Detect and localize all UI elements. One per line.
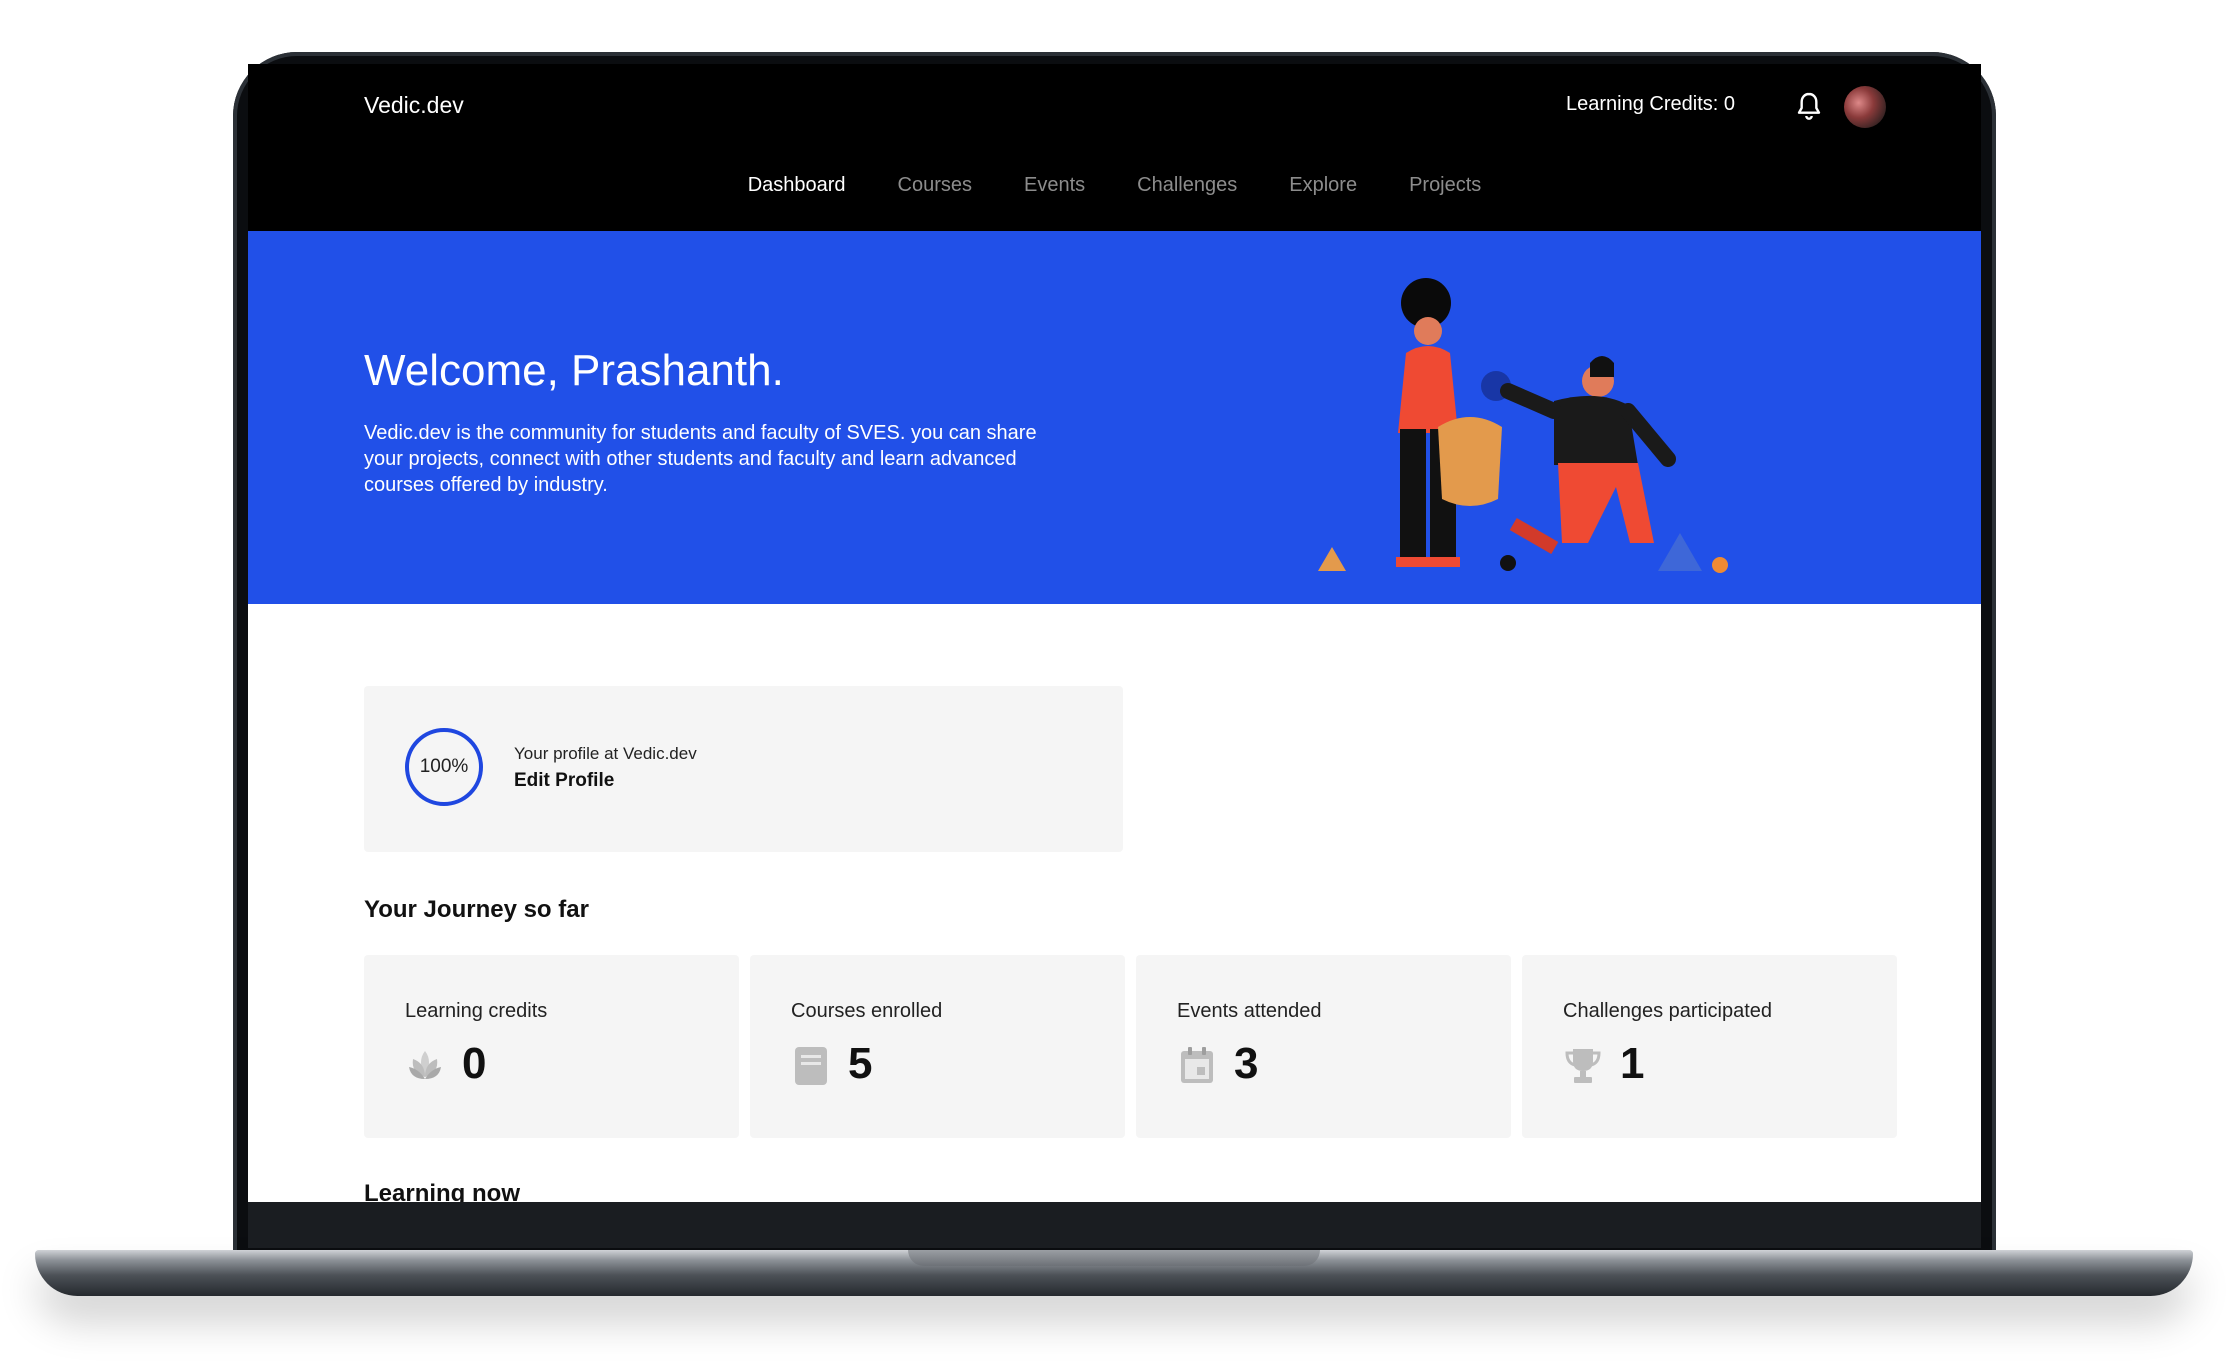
laptop-notch [908,1250,1320,1266]
nav-dashboard[interactable]: Dashboard [748,174,846,214]
laptop-screen: Vedic.dev Learning Credits: 0 Dashboard … [248,64,1981,1202]
stat-card-learning-credits: Learning credits 0 [364,955,739,1138]
calendar-icon [1181,1047,1213,1083]
welcome-title: Welcome, Prashanth. [364,346,784,395]
book-icon [795,1047,827,1085]
lotus-icon [409,1051,441,1079]
learning-now-heading: Learning now [364,1180,520,1202]
journey-heading: Your Journey so far [364,896,589,923]
stat-value: 0 [462,1039,487,1088]
stat-value: 5 [848,1039,873,1088]
profile-completion-card: 100% Your profile at Vedic.dev Edit Prof… [364,686,1123,852]
stat-label: Learning credits [405,1000,548,1022]
profile-progress-ring: 100% [405,728,483,806]
profile-subtitle: Your profile at Vedic.dev [514,744,697,763]
nav-events[interactable]: Events [1024,174,1085,214]
stat-card-challenges-participated: Challenges participated 1 [1522,955,1897,1138]
user-avatar[interactable] [1844,86,1886,128]
nav-explore[interactable]: Explore [1289,174,1357,214]
stat-card-courses-enrolled: Courses enrolled 5 [750,955,1125,1138]
edit-profile-link[interactable]: Edit Profile [514,770,614,792]
trophy-icon [1565,1049,1601,1083]
top-navbar: Vedic.dev Learning Credits: 0 Dashboard … [248,64,1981,231]
stat-value: 3 [1234,1039,1259,1088]
stat-label: Courses enrolled [791,1000,943,1022]
main-nav: Dashboard Courses Events Challenges Expl… [248,174,1981,214]
stat-value: 1 [1620,1039,1645,1088]
screen-bottom-bezel [248,1202,1981,1248]
learning-credits-indicator: Learning Credits: 0 [1566,93,1735,115]
nav-courses[interactable]: Courses [898,174,972,214]
nav-challenges[interactable]: Challenges [1137,174,1237,214]
nav-projects[interactable]: Projects [1409,174,1481,214]
welcome-description: Vedic.dev is the community for students … [364,422,1037,496]
stat-label: Challenges participated [1563,1000,1773,1022]
welcome-hero: Welcome, Prashanth. Vedic.dev is the com… [248,231,1981,604]
stat-card-events-attended: Events attended 3 [1136,955,1511,1138]
notification-bell-icon[interactable] [1793,90,1825,122]
people-illustration [1318,278,1728,573]
stat-label: Events attended [1177,1000,1322,1022]
brand-logo[interactable]: Vedic.dev [364,92,464,119]
